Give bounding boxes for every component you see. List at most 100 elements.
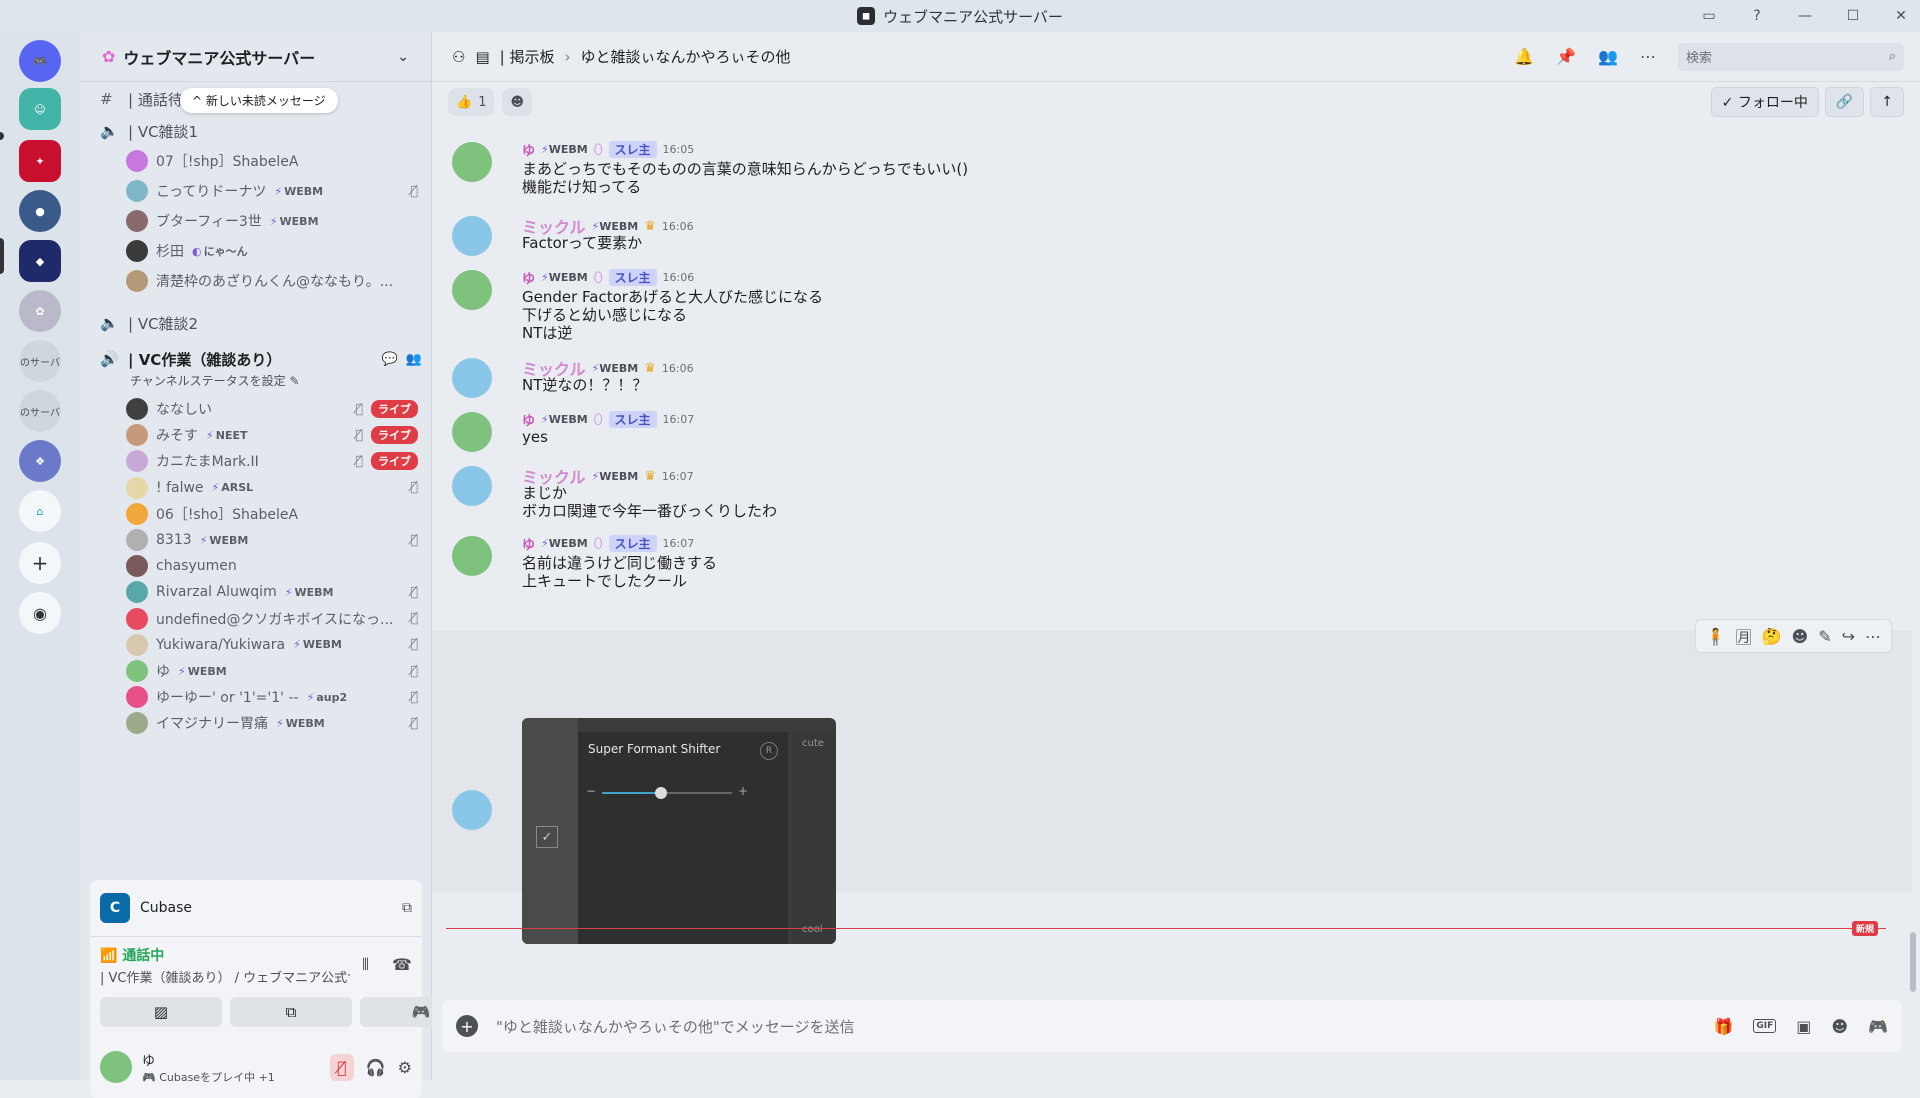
- server-tag: ⚡WEBM: [591, 469, 639, 483]
- inbox-icon[interactable]: ▭: [1698, 8, 1720, 24]
- author-name[interactable]: ゆ: [522, 410, 535, 429]
- voice-user[interactable]: 杉田 ◐ にゃ〜ん: [126, 236, 418, 266]
- more-icon[interactable]: ⋯: [1865, 627, 1881, 646]
- voice-user[interactable]: 清楚枠のあざりんくん@ななもり。...: [126, 266, 418, 296]
- gift-icon[interactable]: 🎁: [1713, 1017, 1733, 1036]
- bell-icon[interactable]: 🔔: [1514, 47, 1534, 66]
- activity-panel[interactable]: C Cubase ⧉: [90, 880, 422, 936]
- server-icon-3[interactable]: ●: [19, 190, 61, 232]
- unread-messages-pill[interactable]: ^ 新しい未読メッセージ: [180, 88, 338, 113]
- sticker-icon[interactable]: ▣: [1796, 1017, 1811, 1036]
- video-off-button[interactable]: ▨: [100, 997, 222, 1027]
- headphones-icon[interactable]: 🎧: [366, 1058, 386, 1077]
- edit-icon[interactable]: ✎: [1818, 627, 1831, 646]
- avatar[interactable]: [452, 790, 492, 830]
- voice-user[interactable]: ブターフィー3世 ⚡ WEBM: [126, 206, 418, 236]
- avatar[interactable]: [452, 412, 492, 452]
- screen-share-icon[interactable]: ⧉: [402, 900, 412, 916]
- reaction-quick-2[interactable]: 🈷: [1736, 624, 1752, 648]
- disconnect-icon[interactable]: ☎: [392, 955, 412, 974]
- members-icon[interactable]: 👥: [1598, 47, 1618, 66]
- channel-status-set[interactable]: チャンネルステータスを設定 ✎: [130, 372, 300, 389]
- avatar[interactable]: [452, 358, 492, 398]
- image-attachment[interactable]: ✓ Super Formant Shifter R − + cute cool: [522, 718, 836, 944]
- voice-user[interactable]: 07［!shp］ShabeleA: [126, 146, 418, 176]
- server-icon-2[interactable]: ✦: [19, 140, 61, 182]
- user-status: 🎮 Cubaseをプレイ中 +1: [142, 1070, 275, 1084]
- avatar[interactable]: [452, 466, 492, 506]
- avatar: [126, 180, 148, 202]
- emoji-icon[interactable]: ☻: [1831, 1017, 1848, 1036]
- scrollbar-thumb[interactable]: [1910, 932, 1916, 992]
- search-placeholder: 検索: [1686, 51, 1713, 66]
- crown-icon: ♛: [644, 468, 656, 484]
- search-input[interactable]: 検索 ⌕: [1678, 42, 1904, 71]
- invite-icon[interactable]: 👥: [406, 352, 422, 367]
- server-icon-webmania[interactable]: ◆: [19, 240, 61, 282]
- author-name[interactable]: ゆ: [522, 140, 535, 159]
- server-tag-text: WEBM: [599, 219, 639, 233]
- author-name[interactable]: ゆ: [522, 534, 535, 553]
- server-tag: ⚡WEBM: [284, 585, 334, 599]
- avatar[interactable]: [452, 270, 492, 310]
- channel-vc-chat-2[interactable]: 🔈 | VC雑談2: [100, 308, 422, 338]
- threads-icon[interactable]: ⚇: [452, 48, 465, 66]
- guild-header[interactable]: ✿ ウェブマニア公式サーバー ⌄: [80, 32, 431, 82]
- message-text: ボカロ関連で今年一番びっくりしたわ: [522, 502, 778, 520]
- gif-icon[interactable]: GIF: [1753, 1019, 1777, 1033]
- server-label-7: のサーバ: [20, 407, 60, 419]
- mic-muted-button[interactable]: 🎙̸: [330, 1053, 354, 1081]
- server-icon-7[interactable]: のサーバ: [19, 390, 61, 432]
- voice-user-name: 清楚枠のあざりんくん@ななもり。...: [156, 274, 394, 290]
- voice-user-name: ブターフィー3世: [156, 214, 262, 230]
- server-icon-9[interactable]: ⌂: [19, 490, 61, 532]
- pin-icon[interactable]: 📌: [1556, 47, 1576, 66]
- avatar[interactable]: [452, 142, 492, 182]
- forum-name[interactable]: | 掲示板: [500, 46, 555, 67]
- mic-muted-icon: 🎙̸: [410, 715, 418, 731]
- server-icon-1[interactable]: ☺: [19, 88, 61, 130]
- server-icon-8[interactable]: ❖: [19, 440, 61, 482]
- channel-vc-work[interactable]: 🔊 | VC作業（雑談あり） 💬 👥: [100, 344, 422, 374]
- avatar[interactable]: [452, 216, 492, 256]
- follow-button[interactable]: ✓ フォロー中: [1710, 87, 1819, 117]
- speaker-icon: 🔈: [100, 122, 119, 140]
- voice-channel-info[interactable]: | VC作業（雑談あり） / ウェブマニア公式サ...: [100, 967, 350, 986]
- scroll-up-icon[interactable]: ↑: [1870, 87, 1904, 117]
- add-server-icon[interactable]: +: [19, 542, 61, 584]
- server-icon-5[interactable]: ✿: [19, 290, 61, 332]
- noise-suppression-icon[interactable]: ⦀: [362, 955, 369, 975]
- add-attachment-button[interactable]: +: [456, 1015, 478, 1037]
- author-name[interactable]: ゆ: [522, 268, 535, 287]
- copy-link-icon[interactable]: 🔗: [1824, 87, 1865, 117]
- new-badge: 新規: [1852, 921, 1879, 936]
- voice-user[interactable]: イマジナリー胃痛 ⚡ WEBM 🎙̸: [126, 708, 418, 738]
- avatar: [126, 398, 148, 420]
- add-reaction-icon[interactable]: ☻: [1792, 627, 1809, 646]
- message-input[interactable]: "ゆと雑談ぃなんかやろぃその他"でメッセージを送信: [496, 1016, 1695, 1037]
- user-avatar[interactable]: [100, 1051, 132, 1083]
- channel-list: # | 通話待機 ^ 新しい未読メッセージ 🔈 | VC雑談1 07［!shp］…: [80, 82, 432, 882]
- maximize-button[interactable]: ☐: [1842, 8, 1864, 24]
- home-button[interactable]: 🎮: [19, 40, 61, 82]
- reaction-chip[interactable]: 👍 1: [448, 88, 495, 116]
- forward-icon[interactable]: ↪: [1842, 627, 1855, 646]
- more-icon[interactable]: ⋯: [1640, 47, 1656, 66]
- chat-bubble-icon[interactable]: 💬: [382, 352, 398, 367]
- channel-vc-chat-1[interactable]: 🔈 | VC雑談1: [100, 116, 422, 146]
- help-icon[interactable]: ?: [1746, 8, 1768, 24]
- gear-icon[interactable]: ⚙: [398, 1058, 412, 1077]
- avatar: [126, 502, 148, 525]
- add-reaction-button[interactable]: ☻: [502, 88, 533, 116]
- minimize-button[interactable]: —: [1794, 8, 1816, 24]
- explore-icon[interactable]: ◉: [19, 592, 61, 634]
- close-button[interactable]: ✕: [1890, 8, 1912, 24]
- screen-share-button[interactable]: ⧉: [230, 997, 352, 1027]
- activities-icon[interactable]: 🎮: [1868, 1017, 1888, 1036]
- avatar[interactable]: [452, 536, 492, 576]
- reaction-quick-3[interactable]: 🤔: [1762, 627, 1782, 646]
- server-icon-6[interactable]: のサーバ: [19, 340, 61, 382]
- server-tag: ◐ にゃ〜ん: [192, 244, 248, 259]
- reaction-quick-1[interactable]: 🧍: [1706, 627, 1726, 646]
- voice-user[interactable]: こってりドーナツ ⚡ WEBM 🎙̸: [126, 176, 418, 206]
